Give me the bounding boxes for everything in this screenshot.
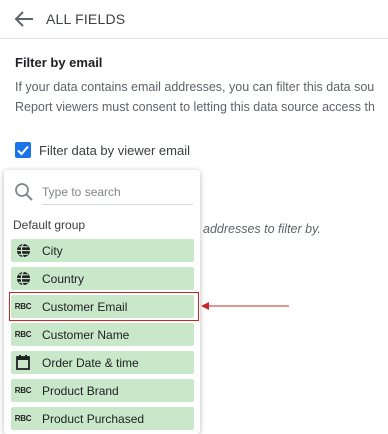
filter-description-line1: If your data contains email addresses, y… xyxy=(15,80,375,94)
filter-title: Filter by email xyxy=(15,55,103,70)
pointer-arrow-icon xyxy=(201,302,289,310)
abc-text-icon: RBC xyxy=(14,414,32,423)
group-label: Default group xyxy=(13,218,86,232)
field-item-country[interactable]: Country xyxy=(11,267,194,290)
field-item-city[interactable]: City xyxy=(11,239,194,262)
filter-description-line2: Report viewers must consent to letting t… xyxy=(15,100,375,114)
email-field-hint: addresses to filter by. xyxy=(203,222,321,236)
field-label: Product Purchased xyxy=(42,412,145,426)
globe-icon xyxy=(15,271,31,286)
checkmark-icon xyxy=(17,145,29,156)
arrow-back-icon[interactable] xyxy=(13,9,35,29)
header-title: ALL FIELDS xyxy=(46,11,126,27)
globe-icon xyxy=(15,243,31,258)
field-item-product-purchased[interactable]: RBC Product Purchased xyxy=(11,407,194,430)
calendar-icon xyxy=(15,355,31,370)
search-icon xyxy=(15,183,33,201)
field-label: Country xyxy=(42,272,85,286)
search-input[interactable] xyxy=(42,182,196,202)
abc-text-icon: RBC xyxy=(14,330,32,339)
filter-email-checkbox[interactable] xyxy=(15,142,31,158)
field-item-customer-name[interactable]: RBC Customer Name xyxy=(11,323,194,346)
field-item-order-date[interactable]: Order Date & time xyxy=(11,351,194,374)
search-underline xyxy=(42,204,193,205)
field-label: Product Brand xyxy=(42,384,119,398)
header-bar: ALL FIELDS xyxy=(0,0,388,39)
filter-email-checkbox-label[interactable]: Filter data by viewer email xyxy=(39,143,190,158)
abc-text-icon: RBC xyxy=(14,386,32,395)
field-label: Order Date & time xyxy=(42,356,139,370)
field-item-product-brand[interactable]: RBC Product Brand xyxy=(11,379,194,402)
field-label: City xyxy=(42,244,63,258)
highlight-box xyxy=(9,292,199,321)
field-label: Customer Name xyxy=(42,328,130,342)
